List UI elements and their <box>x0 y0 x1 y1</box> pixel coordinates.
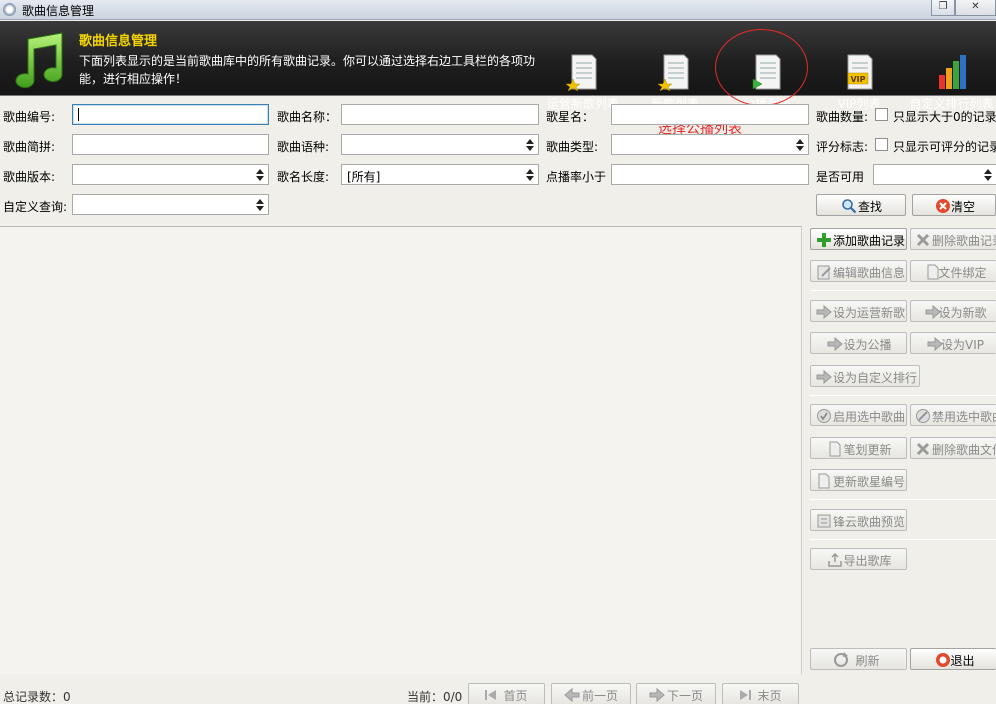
song-count-checkbox[interactable] <box>875 108 888 121</box>
bind-file-button[interactable]: 文件绑定 <box>910 260 996 282</box>
prev-page-button[interactable]: 前一页 <box>551 683 631 704</box>
edit-song-button[interactable]: 编辑歌曲信息 <box>810 260 907 282</box>
custom-query-label: 自定义查询: <box>3 200 68 214</box>
language-label: 歌曲语种: <box>277 140 330 154</box>
preview-button[interactable]: 锋云歌曲预览 <box>810 509 907 531</box>
toolbar-separator <box>810 395 996 396</box>
app-icon <box>3 3 16 16</box>
file-icon <box>818 473 830 489</box>
rating-label: 评分标志: <box>816 140 869 154</box>
next-page-button[interactable]: 下一页 <box>636 683 716 704</box>
set-public-button[interactable]: 设为公播 <box>810 332 907 354</box>
tool-vip-list[interactable]: VIP VIP列表 <box>827 53 891 111</box>
delete-icon <box>916 233 930 247</box>
annotation-circle <box>715 29 808 106</box>
version-label: 歌曲版本: <box>3 170 56 184</box>
rating-check-label: 只显示可评分的记录 <box>893 140 996 154</box>
tool-op-new-list[interactable]: 运营新歌列表 <box>545 53 621 111</box>
music-note-icon <box>15 32 63 89</box>
clear-button[interactable]: 清空 <box>912 194 996 216</box>
plus-icon <box>817 233 831 247</box>
set-custom-rank-button[interactable]: 设为自定义排行 <box>810 365 920 387</box>
custom-query-select[interactable] <box>72 194 269 215</box>
tool-new-list[interactable]: 新歌列表 <box>640 53 710 111</box>
stroke-update-button[interactable]: 笔划更新 <box>810 437 907 459</box>
preview-icon <box>817 514 831 528</box>
toolbar-separator <box>810 499 996 500</box>
available-select[interactable] <box>873 164 996 185</box>
song-name-label: 歌曲名称： <box>277 110 338 124</box>
vip-document-icon: VIP <box>847 54 873 90</box>
title-bar: 歌曲信息管理 ❐ ✕ <box>0 0 996 20</box>
star-document-icon <box>566 54 597 91</box>
update-singer-id-button[interactable]: 更新歌星编号 <box>810 469 907 491</box>
edit-icon <box>817 265 831 280</box>
available-label: 是否可用 <box>816 170 865 184</box>
close-button[interactable]: ✕ <box>955 0 996 16</box>
set-vip-button[interactable]: 设为VIP <box>910 332 996 354</box>
arrow-right-icon <box>816 369 832 385</box>
delete-song-button[interactable]: 删除歌曲记录 <box>910 228 996 250</box>
disable-icon <box>916 409 930 423</box>
name-length-value: [所有] <box>347 170 381 184</box>
song-list-grid[interactable] <box>0 226 802 674</box>
toolbar-separator <box>810 539 996 540</box>
updown-arrow-icon <box>526 139 534 151</box>
type-label: 歌曲类型: <box>546 140 599 154</box>
delete-icon <box>916 442 930 456</box>
set-new-button[interactable]: 设为新歌 <box>910 300 996 322</box>
song-count-check-label: 只显示大于0的记录 <box>893 110 996 124</box>
banner-title: 歌曲信息管理 <box>79 34 158 49</box>
name-length-select[interactable]: [所有] <box>341 164 539 185</box>
updown-arrow-icon <box>796 139 804 151</box>
toolbar-separator <box>810 290 996 291</box>
play-rate-label: 点播率小于 <box>546 170 607 184</box>
star-document-icon <box>658 54 689 91</box>
restore-button[interactable]: ❐ <box>931 0 955 16</box>
play-rate-input[interactable] <box>611 164 809 185</box>
last-page-button[interactable]: 末页 <box>722 683 799 704</box>
total-records: 总记录数：0 <box>3 690 71 704</box>
name-length-label: 歌名长度: <box>277 170 330 184</box>
window-title: 歌曲信息管理 <box>22 4 95 18</box>
delete-file-button[interactable]: 删除歌曲文件 <box>910 437 996 459</box>
version-select[interactable] <box>72 164 269 185</box>
song-name-input[interactable] <box>341 104 539 125</box>
arrow-right-icon <box>816 304 832 320</box>
enable-selected-button[interactable]: 启用选中歌曲 <box>810 404 907 426</box>
updown-arrow-icon <box>256 199 264 211</box>
type-select[interactable] <box>611 134 809 155</box>
pinyin-label: 歌曲简拼: <box>3 140 56 154</box>
header-banner: 歌曲信息管理 下面列表显示的是当前歌曲库中的所有歌曲记录。你可以通过选择右边工具… <box>0 21 996 111</box>
language-select[interactable] <box>341 134 539 155</box>
svg-text:VIP: VIP <box>850 75 865 84</box>
exit-button[interactable]: 退出 <box>910 648 996 670</box>
first-page-button[interactable]: 首页 <box>468 683 545 704</box>
pinyin-input[interactable] <box>72 134 269 155</box>
banner-description: 下面列表显示的是当前歌曲库中的所有歌曲记录。你可以通过选择右边工具栏的各项功能，… <box>79 54 536 86</box>
updown-arrow-icon <box>984 169 992 181</box>
disable-selected-button[interactable]: 禁用选中歌曲 <box>910 404 996 426</box>
export-button[interactable]: 导出歌库 <box>810 548 907 570</box>
current-page: 当前：0/0 <box>407 690 463 704</box>
bar-chart-icon <box>938 55 966 89</box>
song-id-input[interactable] <box>72 104 269 125</box>
rating-checkbox[interactable] <box>875 138 888 151</box>
updown-arrow-icon <box>526 169 534 181</box>
search-button[interactable]: 查找 <box>816 194 906 216</box>
enable-icon <box>817 409 831 423</box>
updown-arrow-icon <box>256 169 264 181</box>
song-id-label: 歌曲编号: <box>3 110 56 124</box>
add-song-button[interactable]: 添加歌曲记录 <box>810 228 907 250</box>
song-count-label: 歌曲数量: <box>816 110 869 124</box>
tool-custom-rank-list[interactable]: 自定义排行列表 <box>907 53 996 111</box>
singer-input[interactable] <box>611 104 809 125</box>
singer-label: 歌星名： <box>546 110 595 124</box>
refresh-button[interactable]: 刷新 <box>810 648 907 670</box>
set-op-new-button[interactable]: 设为运营新歌 <box>810 300 907 322</box>
